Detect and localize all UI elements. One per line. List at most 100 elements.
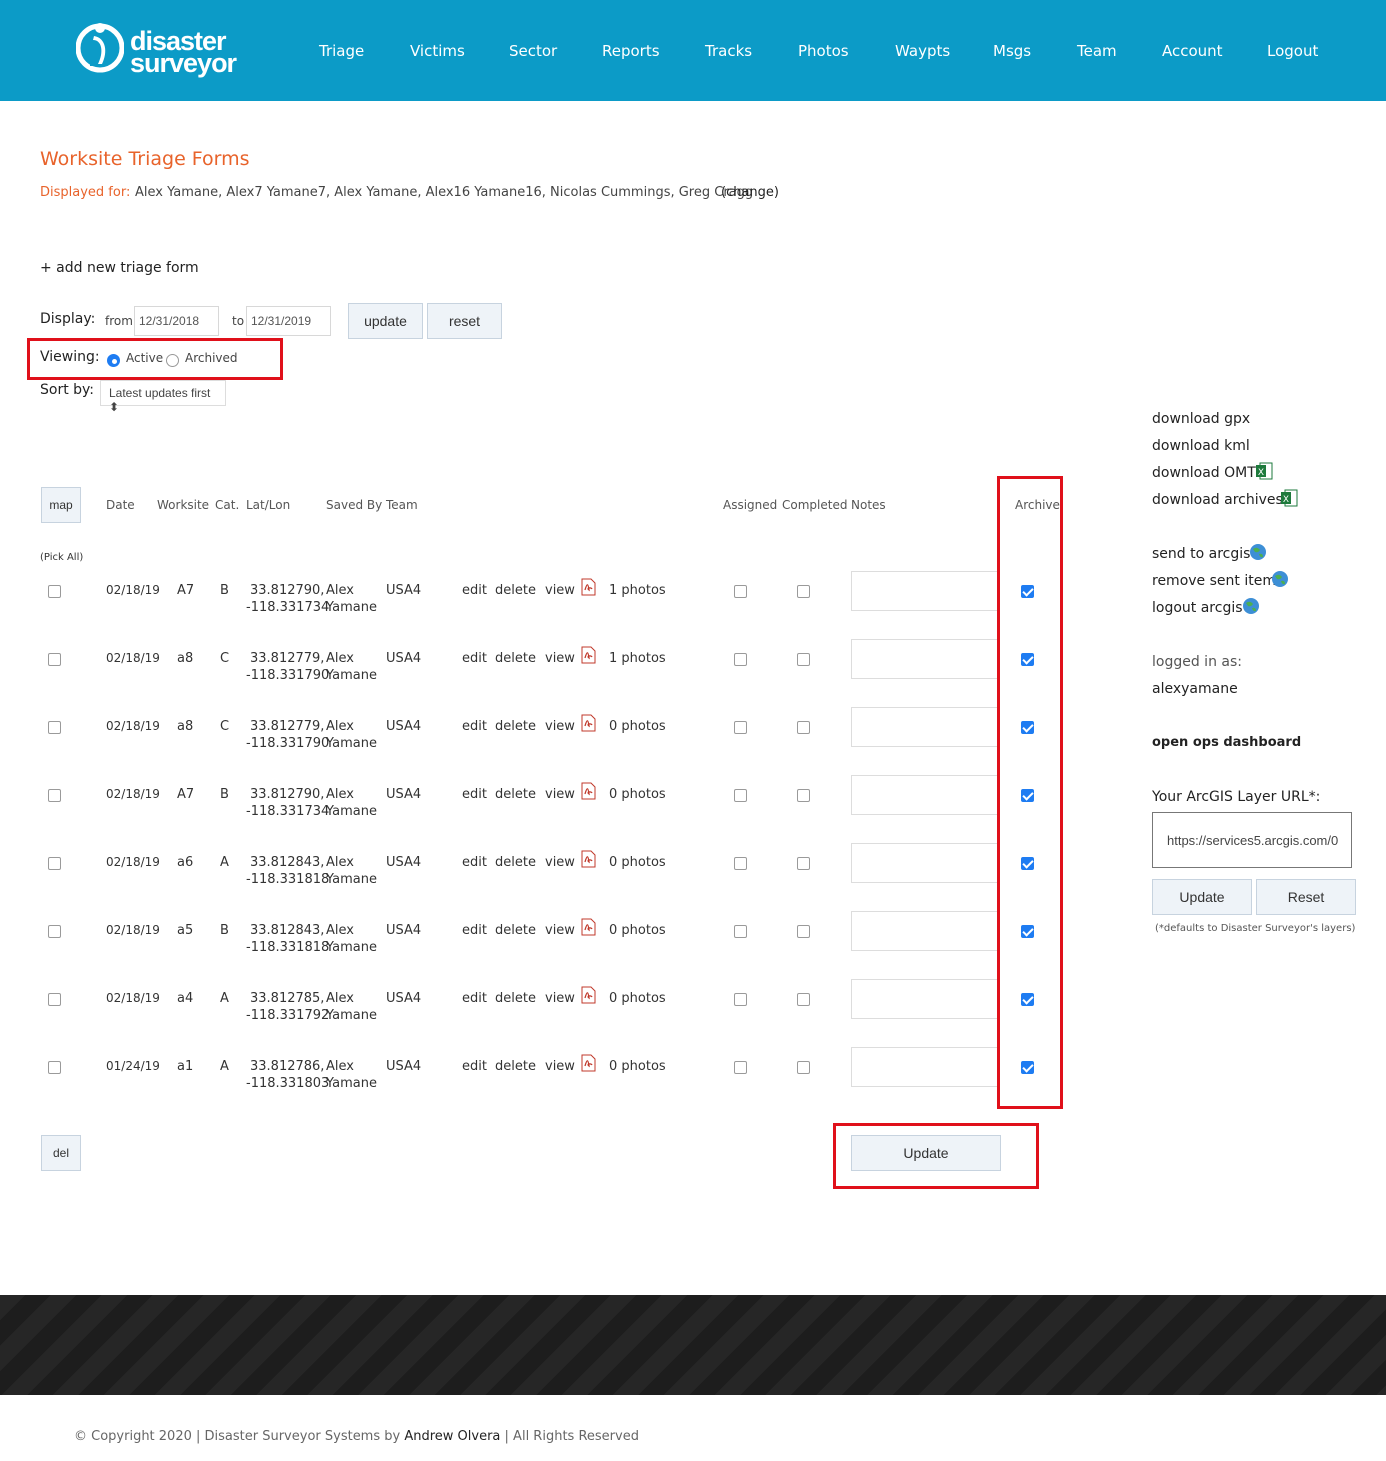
row-assigned-checkbox[interactable] — [734, 789, 747, 802]
row-view-link[interactable]: view — [545, 582, 575, 599]
map-button[interactable]: map — [41, 487, 81, 523]
send-to-arcgis-link[interactable]: send to arcgis — [1152, 546, 1250, 562]
row-view-link[interactable]: view — [545, 854, 575, 871]
pdf-icon[interactable] — [579, 986, 597, 1004]
row-delete-link[interactable]: delete — [495, 718, 536, 735]
remove-sent-item-link[interactable]: remove sent item — [1152, 573, 1276, 589]
row-delete-link[interactable]: delete — [495, 650, 536, 667]
nav-triage[interactable]: Triage — [319, 42, 364, 60]
row-delete-link[interactable]: delete — [495, 854, 536, 871]
row-photos-link[interactable]: 0 photos — [609, 922, 666, 939]
download-omt-link[interactable]: download OMT — [1152, 465, 1256, 481]
from-date-input[interactable] — [134, 306, 219, 336]
row-view-link[interactable]: view — [545, 1058, 575, 1075]
row-completed-checkbox[interactable] — [797, 585, 810, 598]
row-view-link[interactable]: view — [545, 650, 575, 667]
row-view-link[interactable]: view — [545, 990, 575, 1007]
row-completed-checkbox[interactable] — [797, 925, 810, 938]
row-photos-link[interactable]: 1 photos — [609, 650, 666, 667]
open-ops-dashboard-link[interactable]: open ops dashboard — [1152, 735, 1301, 750]
row-photos-link[interactable]: 0 photos — [609, 1058, 666, 1075]
nav-sector[interactable]: Sector — [509, 42, 557, 60]
row-completed-checkbox[interactable] — [797, 789, 810, 802]
arcgis-update-button[interactable]: Update — [1152, 879, 1252, 915]
row-notes-input[interactable] — [851, 843, 999, 883]
row-select-checkbox[interactable] — [48, 993, 61, 1006]
author-link[interactable]: Andrew Olvera — [404, 1429, 500, 1444]
row-delete-link[interactable]: delete — [495, 786, 536, 803]
logout-arcgis-link[interactable]: logout arcgis — [1152, 600, 1243, 616]
nav-team[interactable]: Team — [1077, 42, 1117, 60]
row-notes-input[interactable] — [851, 979, 999, 1019]
row-photos-link[interactable]: 0 photos — [609, 786, 666, 803]
pdf-icon[interactable] — [579, 578, 597, 596]
row-edit-link[interactable]: edit — [462, 718, 487, 735]
delete-selected-button[interactable]: del — [41, 1135, 81, 1171]
row-assigned-checkbox[interactable] — [734, 653, 747, 666]
row-completed-checkbox[interactable] — [797, 653, 810, 666]
row-view-link[interactable]: view — [545, 922, 575, 939]
add-triage-form-link[interactable]: + add new triage form — [40, 260, 199, 276]
row-edit-link[interactable]: edit — [462, 922, 487, 939]
row-view-link[interactable]: view — [545, 786, 575, 803]
pdf-icon[interactable] — [579, 714, 597, 732]
brand-name[interactable]: disaster surveyor — [130, 28, 237, 77]
update-date-button[interactable]: update — [348, 303, 423, 339]
pdf-icon[interactable] — [579, 918, 597, 936]
pdf-icon[interactable] — [579, 646, 597, 664]
arcgis-url-input[interactable]: https://services5.arcgis.com/0 — [1152, 812, 1352, 868]
row-select-checkbox[interactable] — [48, 1061, 61, 1074]
row-edit-link[interactable]: edit — [462, 650, 487, 667]
row-delete-link[interactable]: delete — [495, 1058, 536, 1075]
pdf-icon[interactable] — [579, 782, 597, 800]
row-select-checkbox[interactable] — [48, 857, 61, 870]
row-view-link[interactable]: view — [545, 718, 575, 735]
row-select-checkbox[interactable] — [48, 585, 61, 598]
row-select-checkbox[interactable] — [48, 925, 61, 938]
row-photos-link[interactable]: 0 photos — [609, 990, 666, 1007]
row-assigned-checkbox[interactable] — [734, 585, 747, 598]
row-select-checkbox[interactable] — [48, 653, 61, 666]
row-photos-link[interactable]: 1 photos — [609, 582, 666, 599]
row-completed-checkbox[interactable] — [797, 993, 810, 1006]
sort-select[interactable]: Latest updates first ⬍ — [100, 380, 226, 414]
row-delete-link[interactable]: delete — [495, 582, 536, 599]
row-select-checkbox[interactable] — [48, 721, 61, 734]
row-delete-link[interactable]: delete — [495, 922, 536, 939]
to-date-input[interactable] — [246, 306, 331, 336]
row-edit-link[interactable]: edit — [462, 854, 487, 871]
reset-date-button[interactable]: reset — [427, 303, 502, 339]
nav-logout[interactable]: Logout — [1267, 42, 1318, 60]
row-notes-input[interactable] — [851, 911, 999, 951]
arcgis-reset-button[interactable]: Reset — [1256, 879, 1356, 915]
row-notes-input[interactable] — [851, 707, 999, 747]
row-photos-link[interactable]: 0 photos — [609, 854, 666, 871]
nav-account[interactable]: Account — [1162, 42, 1223, 60]
row-completed-checkbox[interactable] — [797, 721, 810, 734]
nav-photos[interactable]: Photos — [798, 42, 849, 60]
nav-waypts[interactable]: Waypts — [895, 42, 950, 60]
row-photos-link[interactable]: 0 photos — [609, 718, 666, 735]
row-assigned-checkbox[interactable] — [734, 993, 747, 1006]
row-assigned-checkbox[interactable] — [734, 925, 747, 938]
nav-msgs[interactable]: Msgs — [993, 42, 1031, 60]
nav-tracks[interactable]: Tracks — [705, 42, 752, 60]
row-completed-checkbox[interactable] — [797, 857, 810, 870]
row-notes-input[interactable] — [851, 571, 999, 611]
nav-victims[interactable]: Victims — [410, 42, 465, 60]
row-assigned-checkbox[interactable] — [734, 721, 747, 734]
row-assigned-checkbox[interactable] — [734, 857, 747, 870]
row-notes-input[interactable] — [851, 639, 999, 679]
pick-all-link[interactable]: (Pick All) — [40, 552, 83, 563]
download-archives-link[interactable]: download archives — [1152, 492, 1283, 508]
download-kml-link[interactable]: download kml — [1152, 438, 1250, 454]
nav-reports[interactable]: Reports — [602, 42, 660, 60]
row-delete-link[interactable]: delete — [495, 990, 536, 1007]
disaster-surveyor-logo-icon[interactable] — [76, 22, 124, 74]
row-edit-link[interactable]: edit — [462, 990, 487, 1007]
download-gpx-link[interactable]: download gpx — [1152, 411, 1250, 427]
row-select-checkbox[interactable] — [48, 789, 61, 802]
change-users-link[interactable]: (change) — [721, 185, 779, 200]
row-assigned-checkbox[interactable] — [734, 1061, 747, 1074]
row-edit-link[interactable]: edit — [462, 582, 487, 599]
